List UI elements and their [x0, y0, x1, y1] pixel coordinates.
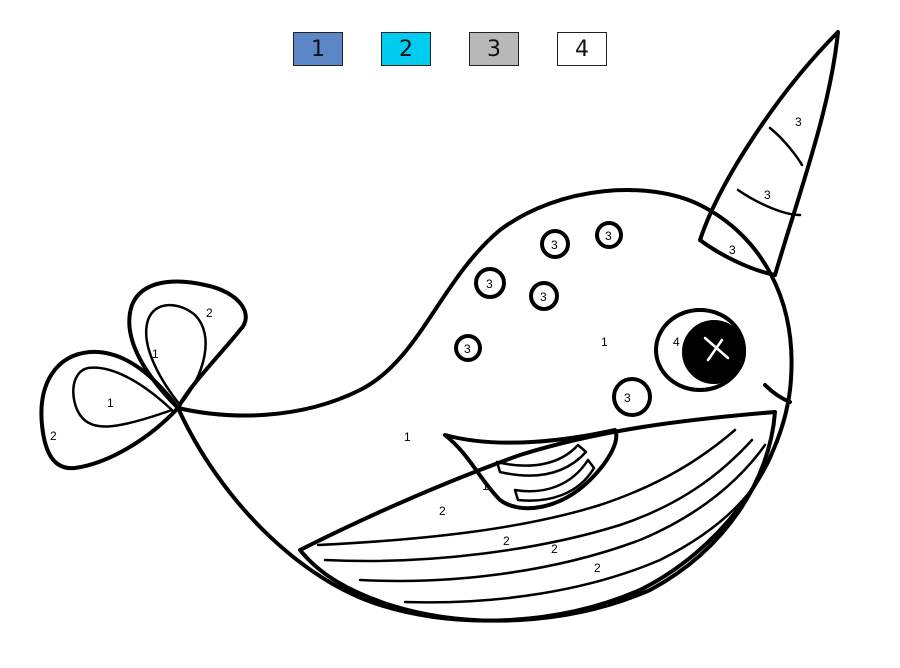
- label-belly-1: 2: [439, 504, 446, 518]
- label-fin: 1: [482, 479, 489, 493]
- label-tail-upper-inner: 1: [152, 347, 159, 361]
- tail-lower-inner[interactable]: [72, 366, 174, 428]
- label-tail-upper-outer: 2: [206, 306, 213, 320]
- label-spot-b: 3: [605, 229, 612, 243]
- label-spot-e: 3: [464, 342, 471, 356]
- label-eye: 4: [673, 335, 680, 349]
- label-tail-lower-outer: 2: [50, 429, 57, 443]
- label-horn-tip: 3: [795, 115, 802, 129]
- mouth: [763, 383, 792, 404]
- fin[interactable]: [443, 428, 619, 511]
- label-belly-2: 2: [503, 534, 510, 548]
- label-horn-mid: 3: [764, 188, 771, 202]
- label-spot-a: 3: [551, 238, 558, 252]
- label-spot-c: 3: [486, 277, 493, 291]
- label-horn-base: 3: [729, 243, 736, 257]
- label-spot-d: 3: [540, 290, 547, 304]
- horn-band-2: [768, 126, 804, 167]
- cheek[interactable]: [612, 377, 652, 417]
- label-head: 1: [601, 335, 608, 349]
- label-belly-3: 2: [551, 542, 558, 556]
- label-cheek: 3: [624, 391, 631, 405]
- horn[interactable]: [698, 30, 840, 277]
- label-body: 1: [404, 430, 411, 444]
- narwhal-drawing: 3 3 3 3 3 3 3 3 3 1 4 1 1 2 1 1 2 2 2 2 …: [39, 30, 840, 623]
- label-tail-lower-inner: 1: [107, 396, 114, 410]
- label-belly-4: 2: [594, 561, 601, 575]
- belly-stripe-1: [316, 428, 737, 547]
